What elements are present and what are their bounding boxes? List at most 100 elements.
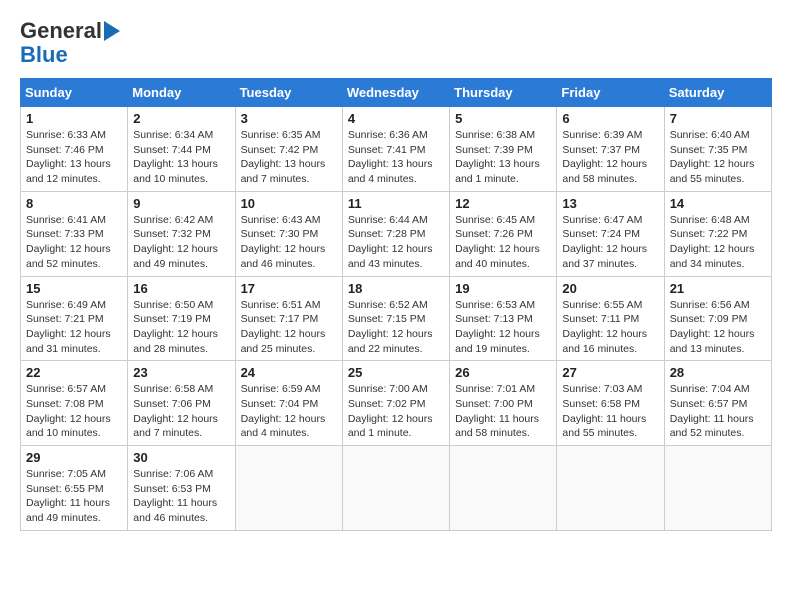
day-number: 26 <box>455 365 551 380</box>
day-info: Sunrise: 6:57 AMSunset: 7:08 PMDaylight:… <box>26 382 122 441</box>
day-info: Sunrise: 6:42 AMSunset: 7:32 PMDaylight:… <box>133 213 229 272</box>
day-info: Sunrise: 6:35 AMSunset: 7:42 PMDaylight:… <box>241 128 337 187</box>
calendar-cell: 16 Sunrise: 6:50 AMSunset: 7:19 PMDayligh… <box>128 276 235 361</box>
calendar-cell: 21 Sunrise: 6:56 AMSunset: 7:09 PMDayligh… <box>664 276 771 361</box>
day-number: 28 <box>670 365 766 380</box>
calendar-cell: 24 Sunrise: 6:59 AMSunset: 7:04 PMDayligh… <box>235 361 342 446</box>
calendar-cell: 17 Sunrise: 6:51 AMSunset: 7:17 PMDayligh… <box>235 276 342 361</box>
col-header-thursday: Thursday <box>450 79 557 107</box>
day-info: Sunrise: 6:39 AMSunset: 7:37 PMDaylight:… <box>562 128 658 187</box>
logo-blue: Blue <box>20 42 68 68</box>
calendar-cell <box>664 446 771 531</box>
day-info: Sunrise: 6:50 AMSunset: 7:19 PMDaylight:… <box>133 298 229 357</box>
day-number: 29 <box>26 450 122 465</box>
logo: General Blue <box>20 20 120 68</box>
day-number: 10 <box>241 196 337 211</box>
day-number: 3 <box>241 111 337 126</box>
calendar-cell: 30 Sunrise: 7:06 AMSunset: 6:53 PMDayligh… <box>128 446 235 531</box>
day-number: 7 <box>670 111 766 126</box>
day-number: 25 <box>348 365 444 380</box>
day-number: 22 <box>26 365 122 380</box>
day-number: 5 <box>455 111 551 126</box>
day-info: Sunrise: 6:58 AMSunset: 7:06 PMDaylight:… <box>133 382 229 441</box>
day-info: Sunrise: 6:36 AMSunset: 7:41 PMDaylight:… <box>348 128 444 187</box>
day-info: Sunrise: 6:55 AMSunset: 7:11 PMDaylight:… <box>562 298 658 357</box>
calendar-cell: 23 Sunrise: 6:58 AMSunset: 7:06 PMDayligh… <box>128 361 235 446</box>
calendar-cell <box>342 446 449 531</box>
calendar-cell: 8 Sunrise: 6:41 AMSunset: 7:33 PMDaylight… <box>21 191 128 276</box>
day-number: 6 <box>562 111 658 126</box>
day-info: Sunrise: 6:43 AMSunset: 7:30 PMDaylight:… <box>241 213 337 272</box>
day-number: 9 <box>133 196 229 211</box>
day-info: Sunrise: 7:04 AMSunset: 6:57 PMDaylight:… <box>670 382 766 441</box>
day-number: 21 <box>670 281 766 296</box>
day-info: Sunrise: 6:56 AMSunset: 7:09 PMDaylight:… <box>670 298 766 357</box>
day-number: 12 <box>455 196 551 211</box>
calendar-cell: 28 Sunrise: 7:04 AMSunset: 6:57 PMDayligh… <box>664 361 771 446</box>
day-number: 4 <box>348 111 444 126</box>
calendar-cell: 25 Sunrise: 7:00 AMSunset: 7:02 PMDayligh… <box>342 361 449 446</box>
col-header-saturday: Saturday <box>664 79 771 107</box>
day-info: Sunrise: 6:52 AMSunset: 7:15 PMDaylight:… <box>348 298 444 357</box>
calendar-cell: 14 Sunrise: 6:48 AMSunset: 7:22 PMDayligh… <box>664 191 771 276</box>
day-info: Sunrise: 6:51 AMSunset: 7:17 PMDaylight:… <box>241 298 337 357</box>
calendar-cell: 4 Sunrise: 6:36 AMSunset: 7:41 PMDaylight… <box>342 107 449 192</box>
day-number: 13 <box>562 196 658 211</box>
day-info: Sunrise: 6:33 AMSunset: 7:46 PMDaylight:… <box>26 128 122 187</box>
day-number: 2 <box>133 111 229 126</box>
day-number: 17 <box>241 281 337 296</box>
day-number: 23 <box>133 365 229 380</box>
day-info: Sunrise: 7:06 AMSunset: 6:53 PMDaylight:… <box>133 467 229 526</box>
day-info: Sunrise: 6:49 AMSunset: 7:21 PMDaylight:… <box>26 298 122 357</box>
calendar-cell: 10 Sunrise: 6:43 AMSunset: 7:30 PMDayligh… <box>235 191 342 276</box>
calendar-cell: 11 Sunrise: 6:44 AMSunset: 7:28 PMDayligh… <box>342 191 449 276</box>
calendar-cell: 20 Sunrise: 6:55 AMSunset: 7:11 PMDayligh… <box>557 276 664 361</box>
col-header-sunday: Sunday <box>21 79 128 107</box>
day-info: Sunrise: 7:05 AMSunset: 6:55 PMDaylight:… <box>26 467 122 526</box>
day-info: Sunrise: 6:59 AMSunset: 7:04 PMDaylight:… <box>241 382 337 441</box>
day-number: 27 <box>562 365 658 380</box>
calendar-cell <box>450 446 557 531</box>
day-number: 14 <box>670 196 766 211</box>
calendar-cell: 13Sunrise: 6:47 AMSunset: 7:24 PMDayligh… <box>557 191 664 276</box>
calendar-cell: 26 Sunrise: 7:01 AMSunset: 7:00 PMDayligh… <box>450 361 557 446</box>
logo-arrow-icon <box>104 21 120 41</box>
day-info: Sunrise: 6:44 AMSunset: 7:28 PMDaylight:… <box>348 213 444 272</box>
day-info: Sunrise: 6:40 AMSunset: 7:35 PMDaylight:… <box>670 128 766 187</box>
calendar-cell: 3 Sunrise: 6:35 AMSunset: 7:42 PMDaylight… <box>235 107 342 192</box>
day-number: 18 <box>348 281 444 296</box>
day-number: 16 <box>133 281 229 296</box>
day-number: 20 <box>562 281 658 296</box>
calendar-cell: 5 Sunrise: 6:38 AMSunset: 7:39 PMDaylight… <box>450 107 557 192</box>
calendar-cell: 22 Sunrise: 6:57 AMSunset: 7:08 PMDayligh… <box>21 361 128 446</box>
calendar-cell: 19Sunrise: 6:53 AMSunset: 7:13 PMDayligh… <box>450 276 557 361</box>
day-number: 1 <box>26 111 122 126</box>
calendar-cell: 2 Sunrise: 6:34 AMSunset: 7:44 PMDaylight… <box>128 107 235 192</box>
day-info: Sunrise: 6:38 AMSunset: 7:39 PMDaylight:… <box>455 128 551 187</box>
day-number: 30 <box>133 450 229 465</box>
col-header-friday: Friday <box>557 79 664 107</box>
col-header-wednesday: Wednesday <box>342 79 449 107</box>
day-info: Sunrise: 7:00 AMSunset: 7:02 PMDaylight:… <box>348 382 444 441</box>
day-info: Sunrise: 6:45 AMSunset: 7:26 PMDaylight:… <box>455 213 551 272</box>
day-info: Sunrise: 6:48 AMSunset: 7:22 PMDaylight:… <box>670 213 766 272</box>
day-info: Sunrise: 7:03 AMSunset: 6:58 PMDaylight:… <box>562 382 658 441</box>
day-number: 19 <box>455 281 551 296</box>
calendar-table: SundayMondayTuesdayWednesdayThursdayFrid… <box>20 78 772 531</box>
calendar-cell: 27 Sunrise: 7:03 AMSunset: 6:58 PMDayligh… <box>557 361 664 446</box>
calendar-cell: 7 Sunrise: 6:40 AMSunset: 7:35 PMDaylight… <box>664 107 771 192</box>
logo-general: General <box>20 20 102 42</box>
day-number: 15 <box>26 281 122 296</box>
day-number: 24 <box>241 365 337 380</box>
day-number: 8 <box>26 196 122 211</box>
day-number: 11 <box>348 196 444 211</box>
day-info: Sunrise: 6:34 AMSunset: 7:44 PMDaylight:… <box>133 128 229 187</box>
calendar-cell: 6 Sunrise: 6:39 AMSunset: 7:37 PMDaylight… <box>557 107 664 192</box>
calendar-cell: 12 Sunrise: 6:45 AMSunset: 7:26 PMDayligh… <box>450 191 557 276</box>
calendar-cell: 18 Sunrise: 6:52 AMSunset: 7:15 PMDayligh… <box>342 276 449 361</box>
day-info: Sunrise: 7:01 AMSunset: 7:00 PMDaylight:… <box>455 382 551 441</box>
calendar-cell: 1 Sunrise: 6:33 AMSunset: 7:46 PMDaylight… <box>21 107 128 192</box>
col-header-tuesday: Tuesday <box>235 79 342 107</box>
calendar-cell: 29 Sunrise: 7:05 AMSunset: 6:55 PMDayligh… <box>21 446 128 531</box>
day-info: Sunrise: 6:41 AMSunset: 7:33 PMDaylight:… <box>26 213 122 272</box>
